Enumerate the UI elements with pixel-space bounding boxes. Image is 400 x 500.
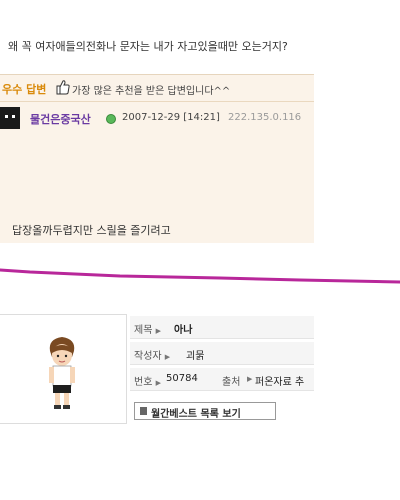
- author-avatar-frame: [0, 314, 127, 424]
- best-answer-panel: 우수 답변 가장 많은 추천을 받은 답변입니다^^ 물건은중국산 2007-1…: [0, 74, 314, 243]
- online-status-icon: [106, 114, 116, 124]
- answer-timestamp: 2007-12-29 [14:21]: [122, 112, 220, 123]
- author-name-link[interactable]: 물건은중국산: [30, 111, 91, 127]
- post-title-row: 제목 ▶ 아나: [130, 316, 314, 339]
- post-title: 아나: [174, 325, 193, 336]
- arrow-icon: ▶: [164, 353, 171, 361]
- avatar[interactable]: [0, 107, 20, 129]
- best-answer-header: 우수 답변 가장 많은 추천을 받은 답변입니다^^: [0, 75, 314, 102]
- answer-body: 답장올까두렵지만 스릴을 즐기려고: [12, 224, 171, 237]
- post-info-card: 제목 ▶ 아나 작성자 ▶ 괴묽 번호 ▶ 50784 출처 ▶ 퍼온자료 추 …: [0, 314, 314, 424]
- answer-author-row: 물건은중국산 2007-12-29 [14:21] 222.135.0.116: [0, 107, 314, 129]
- list-button-label: 월간베스트 목록 보기: [151, 409, 241, 420]
- author-label: 작성자: [134, 351, 162, 362]
- post-author[interactable]: 괴묽: [186, 347, 204, 362]
- magenta-divider-line: [0, 268, 400, 284]
- number-label: 번호: [134, 377, 153, 388]
- character-avatar-icon: [49, 337, 75, 409]
- question-text: 왜 꼭 여자애들의전화나 문자는 내가 자고있을때만 오는거지?: [8, 40, 288, 53]
- monthly-best-list-button[interactable]: 월간베스트 목록 보기: [134, 402, 276, 420]
- list-icon: [140, 407, 147, 415]
- arrow-icon: ▶: [155, 327, 161, 335]
- post-author-row: 작성자 ▶ 괴묽: [130, 342, 314, 365]
- post-number: 50784: [166, 373, 198, 384]
- arrow-icon: ▶: [155, 379, 161, 387]
- author-ip: 222.135.0.116: [228, 112, 302, 123]
- arrow-icon: ▶: [247, 375, 253, 383]
- title-label: 제목: [134, 325, 153, 336]
- post-meta-row: 번호 ▶ 50784 출처 ▶ 퍼온자료 추: [130, 368, 314, 391]
- best-answer-description: 가장 많은 추천을 받은 답변입니다^^: [72, 86, 231, 97]
- source-label: 출처: [222, 377, 241, 388]
- best-answer-badge: 우수 답변: [2, 83, 47, 96]
- thumbs-up-icon: [56, 79, 70, 95]
- post-source: 퍼온자료 추: [255, 377, 305, 388]
